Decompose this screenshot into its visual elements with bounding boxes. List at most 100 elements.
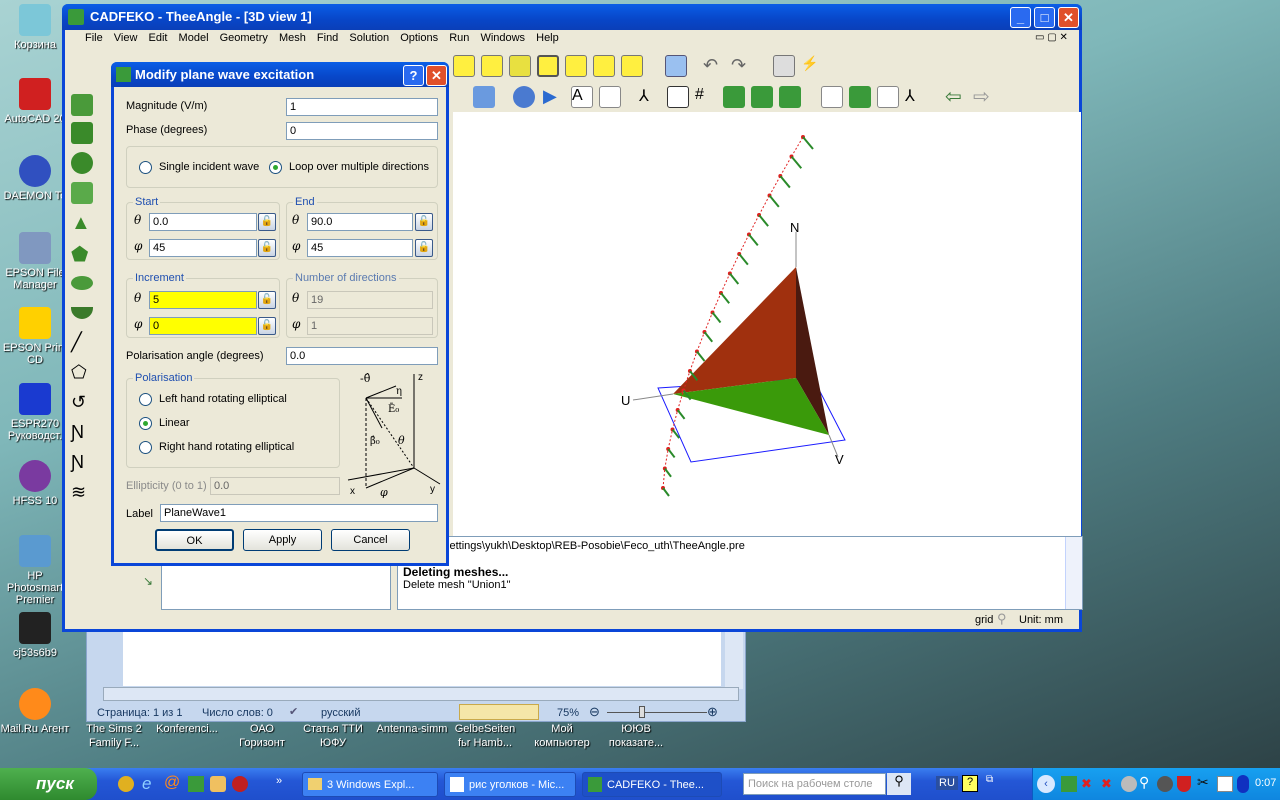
cylinder-icon[interactable]: [71, 182, 93, 204]
polarisation-angle-input[interactable]: 0.0: [286, 347, 438, 365]
sphere-icon[interactable]: [71, 152, 93, 174]
single-wave-label[interactable]: Single incident wave: [159, 161, 259, 173]
help-button[interactable]: ?: [403, 65, 424, 86]
desktop-icon-sims[interactable]: The Sims 2 Family F...: [82, 722, 146, 750]
graph-icon[interactable]: [599, 86, 621, 108]
right-hand-label[interactable]: Right hand rotating elliptical: [159, 441, 294, 453]
desktop-icon-epson-file[interactable]: EPSON File Manager: [0, 232, 70, 291]
end-phi-input[interactable]: 45: [307, 239, 413, 257]
lock-icon[interactable]: 🔓: [258, 239, 276, 257]
snap-icon[interactable]: ⚲: [997, 611, 1007, 627]
desktop-icon-hfss[interactable]: HFSS 10: [0, 460, 70, 507]
grid-icon[interactable]: #: [695, 86, 717, 108]
network-disconnected-icon[interactable]: ✖: [1081, 776, 1092, 792]
linear-radio[interactable]: [139, 417, 152, 430]
desktop-icon-statya[interactable]: Статья ТТИ ЮФУ: [302, 722, 364, 750]
flare-icon[interactable]: [71, 122, 93, 144]
polyline-icon[interactable]: ⬠: [71, 362, 93, 384]
cancel-button[interactable]: Cancel: [331, 529, 410, 551]
close-button[interactable]: ✕: [1058, 7, 1079, 28]
single-wave-radio[interactable]: [139, 161, 152, 174]
phase-input[interactable]: 0: [286, 122, 438, 140]
box-view-icon[interactable]: [509, 55, 531, 77]
plane-icon[interactable]: [723, 86, 745, 108]
menu-options[interactable]: Options: [400, 32, 438, 44]
word-horizontal-scrollbar[interactable]: [103, 687, 739, 701]
spline-icon[interactable]: Ɲ: [71, 422, 93, 444]
ellipse-icon[interactable]: [71, 276, 93, 290]
linear-label[interactable]: Linear: [159, 417, 190, 429]
desktop-search-input[interactable]: Поиск на рабочем столе: [743, 773, 886, 795]
mdi-controls[interactable]: ▭ ▢ ✕: [1035, 32, 1068, 43]
bluetooth-icon[interactable]: [1237, 775, 1249, 793]
increment-phi-input[interactable]: 0: [149, 317, 257, 335]
axes-icon[interactable]: ⅄: [639, 86, 661, 108]
menu-file[interactable]: File: [85, 32, 103, 44]
start-theta-input[interactable]: 0.0: [149, 213, 257, 231]
label-input[interactable]: PlaneWave1: [160, 504, 438, 522]
menu-run[interactable]: Run: [449, 32, 469, 44]
restore-langbar-icon[interactable]: ⧉: [986, 774, 993, 785]
zoom-slider[interactable]: [607, 712, 707, 713]
text-label-icon[interactable]: A: [571, 86, 593, 108]
desktop-icon-espr[interactable]: ESPR270 Руководст.: [0, 383, 70, 442]
desktop-icon-autocad[interactable]: AutoCAD 20: [0, 78, 70, 125]
task-windows-explorer[interactable]: 3 Windows Expl...: [302, 772, 438, 797]
box-view-icon[interactable]: [481, 55, 503, 77]
tool-icon[interactable]: ✂: [1197, 774, 1209, 791]
lock-icon[interactable]: 🔓: [258, 317, 276, 335]
menu-view[interactable]: View: [114, 32, 138, 44]
box-view-icon[interactable]: [621, 55, 643, 77]
desktop-icon-hp[interactable]: HP Photosmart Premier: [0, 535, 70, 606]
menu-mesh[interactable]: Mesh: [279, 32, 306, 44]
3d-model-canvas[interactable]: N U V: [453, 112, 1081, 536]
word-document-page[interactable]: [123, 631, 721, 686]
zoom-extents-icon[interactable]: [849, 86, 871, 108]
plane-icon[interactable]: [751, 86, 773, 108]
menu-model[interactable]: Model: [179, 32, 209, 44]
zoom-window-icon[interactable]: [877, 86, 899, 108]
security-shield-icon[interactable]: [1177, 776, 1191, 792]
lock-icon[interactable]: 🔓: [258, 291, 276, 309]
desktop-icon-gelbeseiten[interactable]: GelbeSeiten fьr Hamb...: [452, 722, 518, 750]
rotate-right-icon[interactable]: ↷: [731, 55, 753, 77]
zoom-in-icon[interactable]: ⊕: [707, 704, 718, 720]
zoom-slider-thumb[interactable]: [639, 706, 645, 718]
desktop-icon-mailru[interactable]: Mail.Ru Агент: [0, 688, 70, 735]
plane-wave-dialog[interactable]: Modify plane wave excitation ? ✕ Magnitu…: [111, 62, 449, 566]
curve-icon[interactable]: Ɲ: [71, 452, 93, 474]
end-theta-input[interactable]: 90.0: [307, 213, 413, 231]
box-view-icon[interactable]: [537, 55, 559, 77]
box-view-icon[interactable]: [565, 55, 587, 77]
language-indicator[interactable]: RU: [936, 776, 958, 790]
forward-arrow-icon[interactable]: ⇨: [973, 84, 995, 108]
chart-icon[interactable]: [1217, 776, 1233, 792]
cuboid-icon[interactable]: [71, 94, 93, 116]
back-arrow-icon[interactable]: ⇦: [945, 84, 967, 108]
desktop-icon-daemon[interactable]: DAEMON To: [0, 155, 70, 202]
menu-solution[interactable]: Solution: [349, 32, 389, 44]
box-view-icon[interactable]: [453, 55, 475, 77]
chrome-icon[interactable]: [118, 776, 134, 792]
mailru-icon[interactable]: @: [164, 774, 180, 792]
loop-directions-label[interactable]: Loop over multiple directions: [289, 161, 429, 173]
menu-windows[interactable]: Windows: [480, 32, 525, 44]
desktop-icon-my-computer[interactable]: Мой компьютер: [530, 722, 594, 750]
rotate-left-icon[interactable]: ↶: [703, 55, 725, 77]
start-button[interactable]: пуск: [0, 768, 97, 800]
sync-icon[interactable]: [1121, 776, 1137, 792]
helix-icon[interactable]: ≋: [71, 482, 93, 504]
box-view-icon[interactable]: [593, 55, 615, 77]
desktop-icon-oao[interactable]: ОАО Горизонт: [232, 722, 292, 750]
desktop-icon-antenna[interactable]: Antenna-simm: [372, 722, 452, 736]
paraboloid-icon[interactable]: [71, 307, 93, 319]
axes-r-icon[interactable]: ⅄: [905, 86, 927, 108]
frame-icon[interactable]: [667, 86, 689, 108]
cube-blue-icon[interactable]: [665, 55, 687, 77]
word-zoom-level[interactable]: 75%: [557, 707, 579, 719]
quicklaunch-more-icon[interactable]: »: [276, 775, 282, 787]
help-icon[interactable]: ?: [962, 775, 978, 792]
network-disconnected-icon[interactable]: ✖: [1101, 776, 1112, 792]
tray-app-icon[interactable]: [1061, 776, 1077, 792]
menu-find[interactable]: Find: [317, 32, 338, 44]
